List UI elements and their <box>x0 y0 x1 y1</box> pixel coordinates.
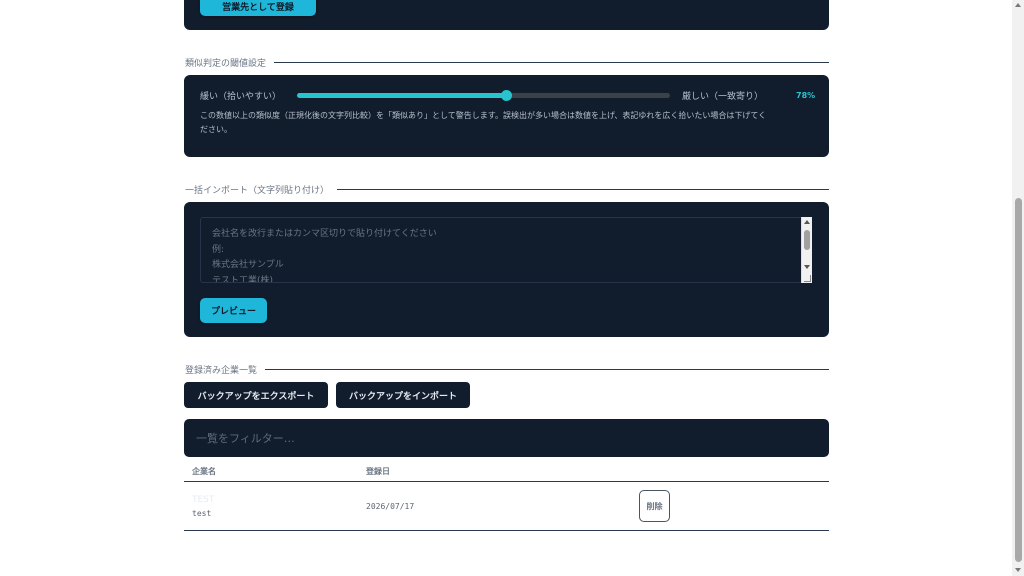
threshold-section-title-text: 類似判定の閾値設定 <box>185 58 267 69</box>
filter-input[interactable]: 一覧をフィルター… <box>184 419 829 457</box>
filter-placeholder: 一覧をフィルター… <box>196 432 295 445</box>
threshold-description-line2: ださい。 <box>200 125 232 134</box>
placeholder-line: 例: <box>212 244 225 255</box>
section-divider <box>265 368 829 370</box>
table-bottom-divider <box>184 530 829 531</box>
page-scrollbar[interactable] <box>1012 0 1024 576</box>
import-backup-button[interactable]: バックアップをインポート <box>336 382 470 408</box>
threshold-slider[interactable] <box>297 90 670 101</box>
page-scroll-thumb[interactable] <box>1015 198 1022 562</box>
textarea-scroll-thumb[interactable] <box>804 230 810 250</box>
company-name: TEST <box>192 495 215 505</box>
registered-section-title-text: 登録済み企業一覧 <box>185 365 258 376</box>
export-backup-button[interactable]: バックアップをエクスポート <box>184 382 328 408</box>
page: 営業先として登録 類似判定の閾値設定 緩い（拾いやすい） 厳しい（一致寄り） 7… <box>0 0 1012 576</box>
bulk-import-section-title-text: 一括インポート（文字列貼り付け） <box>185 185 330 196</box>
placeholder-line: テスト工業(株) <box>212 275 274 283</box>
bulk-import-section-title: 一括インポート（文字列貼り付け） <box>185 183 829 196</box>
preview-button[interactable]: プレビュー <box>200 298 267 323</box>
strict-label: 厳しい（一致寄り） <box>682 92 764 102</box>
threshold-slider-fill <box>297 93 506 98</box>
register-as-prospect-button[interactable]: 営業先として登録 <box>200 0 316 16</box>
threshold-description-line1: この数値以上の類似度（正規化後の文字列比較）を「類似あり」として警告します。誤検… <box>200 111 767 120</box>
placeholder-line: 株式会社サンプル <box>212 260 284 270</box>
section-divider <box>337 188 829 190</box>
column-header-date: 登録日 <box>366 467 390 476</box>
textarea-scrollbar[interactable] <box>801 217 812 283</box>
placeholder-line: 会社名を改行またはカンマ区切りで貼り付けてください <box>212 229 437 239</box>
registered-section-title: 登録済み企業一覧 <box>185 363 829 376</box>
bulk-import-textarea[interactable]: 会社名を改行またはカンマ区切りで貼り付けてください 例: 株式会社サンプル テス… <box>200 217 812 283</box>
threshold-value: 78% <box>796 91 816 100</box>
scroll-down-icon[interactable] <box>1015 568 1021 572</box>
scroll-down-icon[interactable] <box>804 265 810 269</box>
resize-handle-icon[interactable] <box>804 275 811 282</box>
registered-date: 2026/07/17 <box>366 502 415 511</box>
delete-button[interactable]: 削除 <box>639 490 670 522</box>
threshold-section-title: 類似判定の閾値設定 <box>185 56 829 69</box>
threshold-slider-thumb[interactable] <box>500 90 512 101</box>
company-sub: test <box>192 509 212 518</box>
column-header-company: 企業名 <box>192 467 216 476</box>
scroll-up-icon[interactable] <box>804 220 810 224</box>
scroll-up-icon[interactable] <box>1015 3 1021 7</box>
section-divider <box>274 61 829 63</box>
table-header-divider <box>184 481 829 482</box>
loose-label: 緩い（拾いやすい） <box>200 92 282 102</box>
